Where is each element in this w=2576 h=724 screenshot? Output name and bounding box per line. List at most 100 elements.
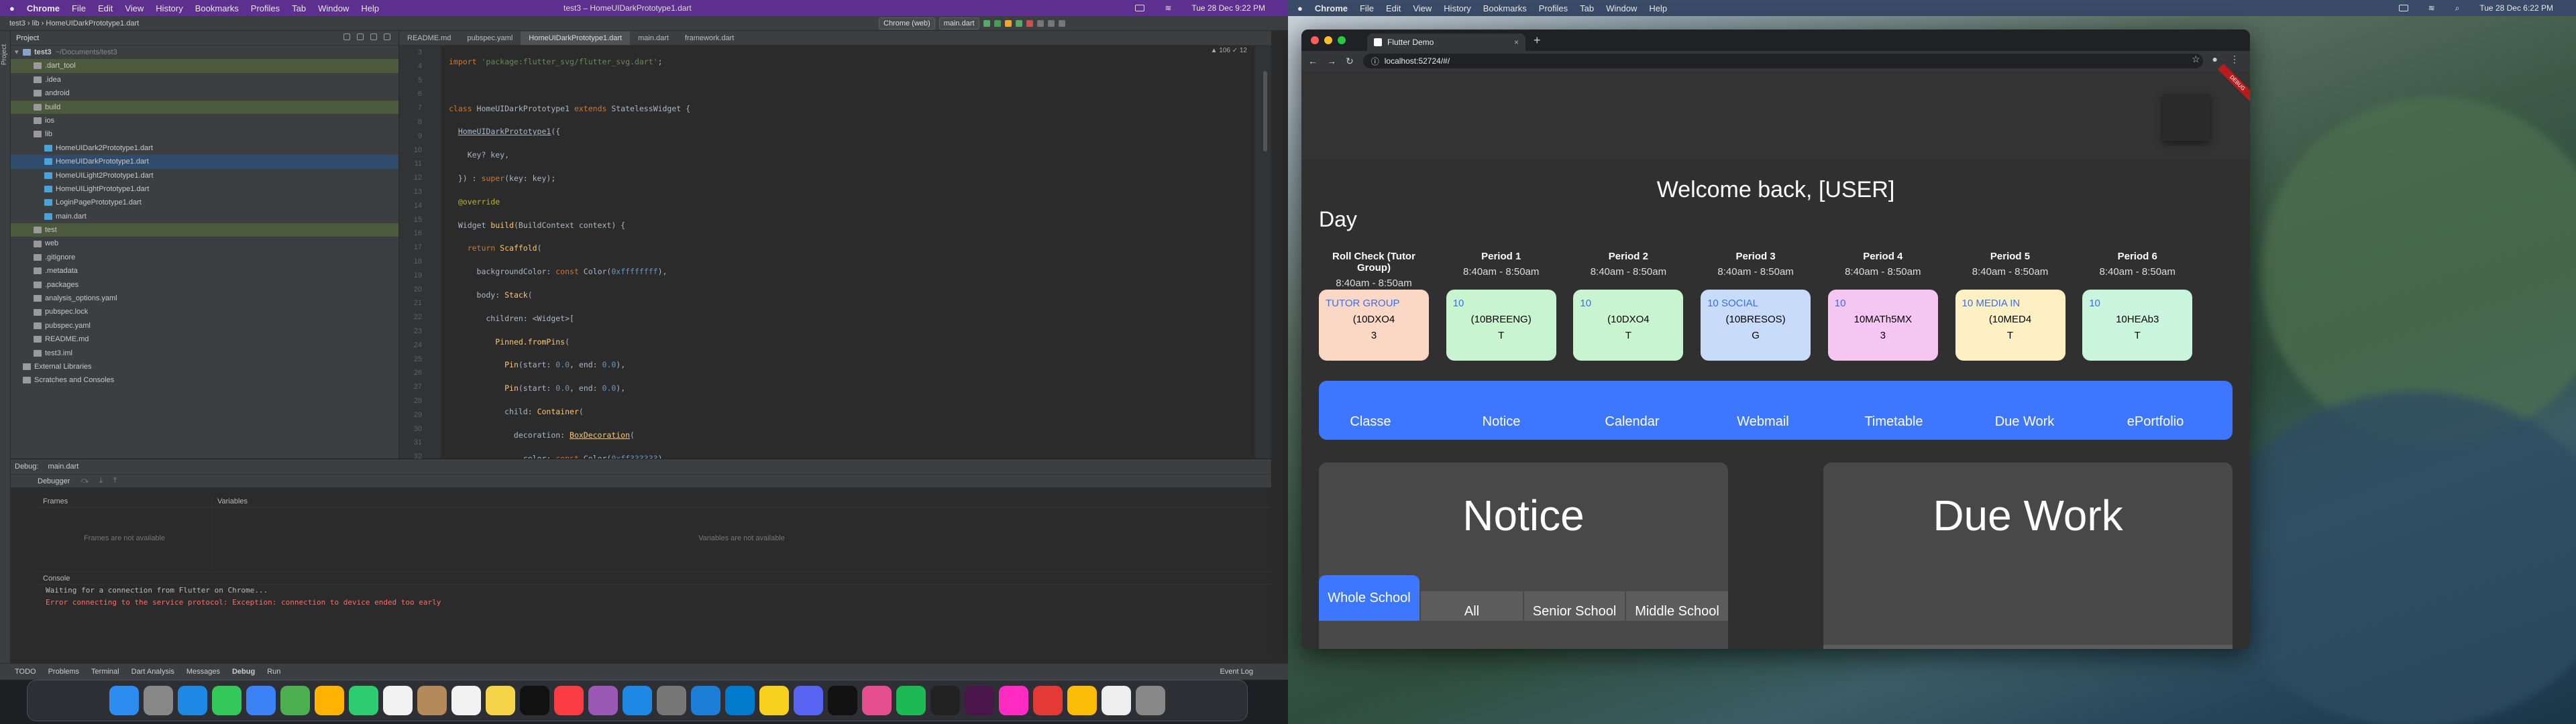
tree-item[interactable]: .gitignore: [11, 251, 398, 264]
discord-icon[interactable]: [794, 686, 823, 715]
info-icon[interactable]: ⓘ: [1371, 56, 1379, 67]
tree-item[interactable]: HomeUIDarkPrototype1.dart: [11, 155, 398, 169]
tree-item[interactable]: ios: [11, 114, 398, 127]
clock[interactable]: Tue 28 Dec 9:22 PM: [1191, 3, 1265, 13]
tree-item[interactable]: build: [11, 100, 398, 114]
finder-icon[interactable]: [109, 686, 139, 715]
battery-icon[interactable]: [2398, 5, 2408, 11]
menu-help[interactable]: Help: [1649, 3, 1667, 13]
terminal-tab[interactable]: Terminal: [91, 668, 119, 676]
segment-middle-school[interactable]: Middle School: [1626, 591, 1728, 621]
breadcrumb[interactable]: test3 › lib › HomeUIDarkPrototype1.dart: [9, 19, 139, 27]
more-menu-icon[interactable]: ⋮: [2230, 54, 2239, 65]
reload-icon[interactable]: ↻: [1346, 56, 1354, 67]
git-icon[interactable]: [1036, 20, 1044, 27]
tv-icon[interactable]: [520, 686, 549, 715]
event-log-button[interactable]: Event Log: [1220, 668, 1253, 676]
device-selector[interactable]: Chrome (web): [879, 17, 935, 29]
class-card[interactable]: 10 (10BREENG) T: [1446, 290, 1556, 361]
menu-file[interactable]: File: [72, 3, 86, 13]
nav-item-notice[interactable]: Notice: [1451, 401, 1552, 430]
wifi-icon[interactable]: ≋: [1165, 3, 1171, 13]
trash-icon[interactable]: [1136, 686, 1165, 715]
menu-view[interactable]: View: [1413, 3, 1432, 13]
nav-item-due-work[interactable]: Due Work: [1974, 401, 2075, 430]
menu-bookmarks[interactable]: Bookmarks: [195, 3, 239, 13]
debug-icon[interactable]: [994, 20, 1001, 27]
locate-icon[interactable]: [343, 34, 350, 40]
project-tool-button[interactable]: Project: [1, 44, 8, 65]
profile-icon[interactable]: ●: [2212, 54, 2218, 65]
tree-item[interactable]: README.md: [11, 333, 398, 346]
slack-icon[interactable]: [965, 686, 994, 715]
close-tab-icon[interactable]: ×: [1514, 38, 1519, 47]
console-pane[interactable]: Console Waiting for a connection from Fl…: [38, 572, 1271, 664]
editor-scrollbar[interactable]: [1263, 71, 1267, 152]
tree-item[interactable]: test: [11, 223, 398, 237]
tree-item[interactable]: HomeUIDark2Prototype1.dart: [11, 141, 398, 155]
debug-tab[interactable]: Debug: [232, 668, 255, 676]
wifi-icon[interactable]: ≋: [2428, 3, 2435, 13]
forward-icon[interactable]: →: [1327, 56, 1336, 66]
tree-item[interactable]: pubspec.yaml: [11, 319, 398, 333]
menu-history[interactable]: History: [1444, 3, 1470, 13]
url-text[interactable]: localhost:52724/#/: [1385, 56, 1450, 66]
tree-item[interactable]: HomeUILightPrototype1.dart: [11, 182, 398, 196]
menu-bookmarks[interactable]: Bookmarks: [1483, 3, 1527, 13]
intellij-icon[interactable]: [862, 686, 892, 715]
nav-item-eportfolio[interactable]: ePortfolio: [2105, 401, 2206, 430]
terminal-icon[interactable]: [930, 686, 960, 715]
tree-item[interactable]: .metadata: [11, 264, 398, 278]
dart-analysis-tab[interactable]: Dart Analysis: [131, 668, 174, 676]
menu-profiles[interactable]: Profiles: [251, 3, 280, 13]
app-store-icon[interactable]: [623, 686, 652, 715]
settings-icon[interactable]: [1047, 20, 1055, 27]
code-text[interactable]: import 'package:flutter_svg/flutter_svg.…: [449, 46, 1240, 459]
apple-icon[interactable]: ●: [1297, 3, 1303, 13]
menu-tab[interactable]: Tab: [1580, 3, 1594, 13]
menu-profiles[interactable]: Profiles: [1539, 3, 1568, 13]
tree-item[interactable]: android: [11, 86, 398, 100]
stop-icon[interactable]: [1026, 20, 1033, 27]
notes-icon[interactable]: [486, 686, 515, 715]
battery-icon[interactable]: [1135, 5, 1145, 11]
menu-tab[interactable]: Tab: [292, 3, 306, 13]
tab-homeuidark[interactable]: HomeUIDarkPrototype1.dart: [521, 32, 631, 45]
chevron-down-icon[interactable]: ▾: [15, 46, 23, 59]
address-bar[interactable]: ⓘ localhost:52724/#/: [1362, 54, 2203, 68]
tree-item[interactable]: lib: [11, 127, 398, 141]
maximize-window-button[interactable]: [1338, 36, 1346, 44]
spotify-icon[interactable]: [896, 686, 926, 715]
tree-item[interactable]: pubspec.lock: [11, 305, 398, 318]
tree-item[interactable]: .idea: [11, 73, 398, 86]
menu-help[interactable]: Help: [361, 3, 379, 13]
tab-framework[interactable]: framework.dart: [677, 32, 742, 45]
menu-edit[interactable]: Edit: [1386, 3, 1401, 13]
tab-main[interactable]: main.dart: [630, 32, 677, 45]
apple-icon[interactable]: ●: [9, 3, 15, 13]
menu-history[interactable]: History: [156, 3, 182, 13]
tab-readme[interactable]: README.md: [399, 32, 459, 45]
tree-item[interactable]: web: [11, 237, 398, 250]
segment-whole-school[interactable]: Whole School: [1319, 575, 1419, 621]
xcode-icon[interactable]: [691, 686, 720, 715]
step-into-icon[interactable]: ⤓: [99, 477, 103, 485]
live-icon[interactable]: [759, 686, 789, 715]
minimize-icon[interactable]: [384, 34, 390, 40]
system-prefs-icon[interactable]: [657, 686, 686, 715]
messages-icon[interactable]: [212, 686, 241, 715]
menu-window[interactable]: Window: [1606, 3, 1637, 13]
github-icon[interactable]: [828, 686, 857, 715]
launchpad-icon[interactable]: [144, 686, 173, 715]
class-card[interactable]: 10 10MATh5MX 3: [1827, 290, 1938, 361]
tree-item[interactable]: .dart_tool: [11, 59, 398, 73]
search-icon[interactable]: ⌕: [2455, 3, 2460, 13]
tree-item[interactable]: LoginPagePrototype1.dart: [11, 196, 398, 209]
run-config-selector[interactable]: main.dart: [938, 17, 979, 29]
tree-item[interactable]: main.dart: [11, 210, 398, 223]
minimize-window-button[interactable]: [1324, 36, 1332, 44]
search-icon[interactable]: [1058, 20, 1065, 27]
tree-item[interactable]: analysis_options.yaml: [11, 292, 398, 305]
browser-tab[interactable]: Flutter Demo ×: [1367, 34, 1525, 51]
run-tab[interactable]: Run: [267, 668, 280, 676]
